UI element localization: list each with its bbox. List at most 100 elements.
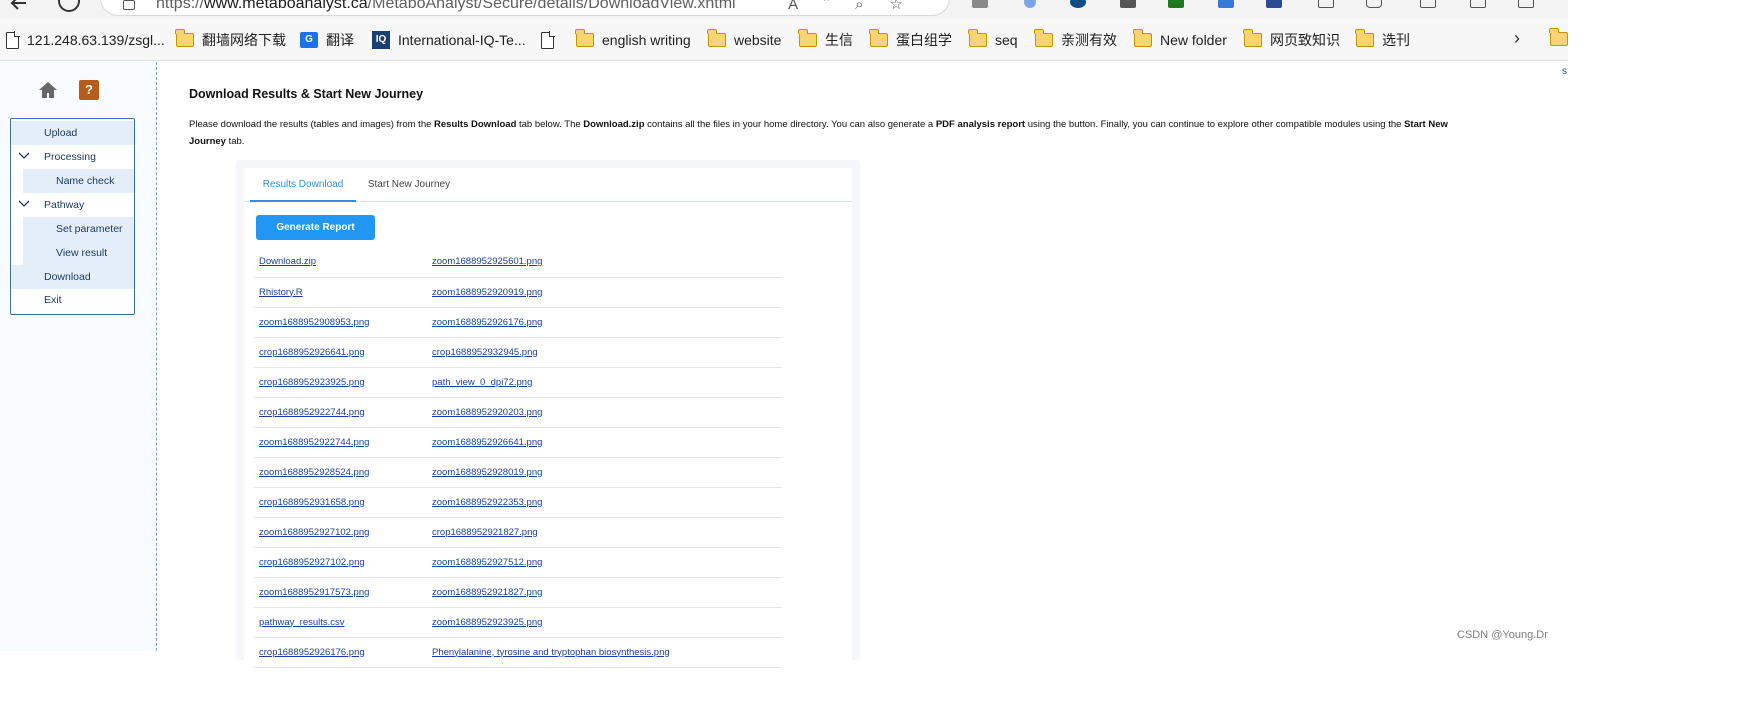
file-download-link[interactable]: zoom1688952920919.png (432, 287, 542, 298)
file-download-link[interactable]: zoom1688952922353.png (432, 497, 542, 508)
iq-icon: IQ (372, 31, 390, 49)
bookmark-item[interactable] (541, 30, 562, 50)
back-arrow-icon[interactable] (8, 0, 30, 14)
tab-start-new-journey[interactable]: Start New Journey (358, 168, 460, 202)
table-row: zoom1688952917573.png zoom1688952921827.p… (254, 577, 782, 608)
bookmark-folder[interactable]: New folder (1133, 29, 1227, 50)
chevron-down-icon[interactable] (17, 197, 31, 211)
nav-pathway[interactable]: Pathway (12, 193, 134, 217)
bookmark-folder[interactable]: website (707, 29, 781, 50)
extension-icon[interactable] (972, 0, 988, 8)
bookmark-folder[interactable]: 亲测有效 (1034, 29, 1117, 50)
file-download-link[interactable]: zoom1688952928524.png (259, 467, 369, 478)
bookmark-item[interactable]: IQ International-IQ-Te... (372, 30, 526, 50)
extension-icon[interactable] (1266, 0, 1282, 8)
file-download-link[interactable]: zoom1688952920203.png (432, 407, 542, 418)
file-download-link[interactable]: crop1688952931658.png (259, 497, 365, 508)
folder-icon (798, 29, 817, 47)
bookmark-folder[interactable]: 蛋白组学 (869, 29, 952, 50)
tab-results-download[interactable]: Results Download (250, 168, 356, 202)
file-download-link[interactable]: zoom1688952922744.png (259, 437, 369, 448)
file-download-link[interactable]: zoom1688952908953.png (259, 317, 369, 328)
bookmark-item[interactable]: 121.248.63.139/zsgl... (6, 30, 165, 50)
file-download-link[interactable]: zoom1688952928019.png (432, 467, 542, 478)
table-cell: zoom1688952920919.png (427, 277, 782, 308)
folder-icon[interactable] (1549, 28, 1568, 46)
nav-download[interactable]: Download (12, 265, 134, 289)
file-download-link[interactable]: Phenylalanine, tyrosine and tryptophan b… (432, 647, 670, 658)
table-cell: zoom1688952922353.png (427, 487, 782, 518)
nav-view-result[interactable]: View result (23, 241, 134, 265)
table-row: zoom1688952908953.png zoom1688952926176.p… (254, 307, 782, 338)
file-download-link[interactable]: crop1688952926176.png (259, 647, 365, 658)
nav-name-check[interactable]: Name check (23, 169, 134, 193)
file-download-link[interactable]: zoom1688952921827.png (432, 587, 542, 598)
favorite-star-icon[interactable]: ☆ (890, 0, 929, 13)
bookmark-folder[interactable]: 翻墙网络下载 (175, 29, 286, 50)
folder-icon (1355, 29, 1374, 47)
collections-icon[interactable] (1518, 0, 1534, 8)
extension-icon[interactable] (1024, 0, 1036, 8)
zoom-icon[interactable]: ⌕ (855, 0, 889, 13)
read-aloud-icon[interactable]: Aˆ (788, 0, 855, 13)
table-cell: Phenylalanine, tyrosine and tryptophan b… (427, 637, 782, 668)
extension-icon[interactable] (1120, 0, 1136, 8)
extension-icon[interactable] (1168, 0, 1184, 8)
nav-exit[interactable]: Exit (12, 288, 134, 312)
favorites-icon[interactable] (1470, 0, 1486, 8)
bookmark-folder[interactable]: seq (968, 29, 1018, 50)
home-icon[interactable] (38, 80, 58, 100)
file-download-link[interactable]: zoom1688952927512.png (432, 557, 542, 568)
watermark: CSDN @Young.Dr (1457, 629, 1548, 641)
file-download-link[interactable]: zoom1688952926176.png (432, 317, 542, 328)
table-cell: crop1688952927102.png (254, 547, 427, 578)
extension-icon[interactable] (1218, 0, 1234, 8)
extensions-puzzle-icon[interactable] (1366, 0, 1382, 8)
file-download-link[interactable]: pathway_results.csv (259, 617, 345, 628)
file-download-link[interactable]: zoom1688952927102.png (259, 527, 369, 538)
table-cell: zoom1688952928019.png (427, 457, 782, 488)
extension-icon[interactable] (1070, 0, 1086, 8)
folder-icon (968, 29, 987, 47)
table-cell: zoom1688952923925.png (427, 607, 782, 638)
address-bar[interactable]: https://www.metaboanalyst.ca/MetaboAnaly… (100, 0, 950, 16)
url-text[interactable]: https://www.metaboanalyst.ca/MetaboAnaly… (156, 0, 736, 13)
table-row: crop1688952922744.png zoom1688952920203.p… (254, 397, 782, 428)
bookmarks-bar: 121.248.63.139/zsgl... 翻墙网络下载 G 翻译 IQ In… (0, 18, 1568, 61)
file-download-link[interactable]: crop1688952927102.png (259, 557, 365, 568)
help-icon[interactable]: ? (79, 80, 99, 100)
generate-report-button[interactable]: Generate Report (256, 215, 375, 240)
file-download-link[interactable]: crop1688952922744.png (259, 407, 365, 418)
extension-icon[interactable] (1318, 0, 1334, 8)
file-download-link[interactable]: crop1688952921827.png (432, 527, 538, 538)
site-info-icon[interactable] (123, 0, 135, 10)
reload-icon[interactable] (58, 0, 80, 12)
nav-upload[interactable]: Upload (12, 121, 134, 145)
translate-icon: G (300, 32, 318, 48)
file-download-link[interactable]: crop1688952923925.png (259, 377, 365, 388)
table-cell: zoom1688952926641.png (427, 427, 782, 458)
file-download-link[interactable]: crop1688952926641.png (259, 347, 365, 358)
table-row: crop1688952926641.png crop1688952932945.p… (254, 337, 782, 368)
file-download-link[interactable]: path_view_0_dpi72.png (432, 377, 532, 388)
bookmark-folder[interactable]: 选刊 (1355, 29, 1410, 50)
chevron-right-icon[interactable]: › (1514, 28, 1520, 49)
bookmark-folder[interactable]: english writing (575, 29, 691, 50)
file-download-link[interactable]: zoom1688952926641.png (432, 437, 542, 448)
file-download-link[interactable]: zoom1688952925601.png (432, 256, 542, 267)
chevron-down-icon[interactable] (17, 149, 31, 163)
bookmark-folder[interactable]: 生信 (798, 29, 853, 50)
bookmark-folder[interactable]: 网页致知识 (1243, 29, 1340, 50)
edge-link-fragment[interactable]: s (1562, 66, 1567, 77)
nav-processing[interactable]: Processing (12, 145, 134, 169)
file-download-link[interactable]: zoom1688952923925.png (432, 617, 542, 628)
file-download-link[interactable]: zoom1688952917573.png (259, 587, 369, 598)
file-download-link[interactable]: Download.zip (259, 256, 316, 267)
nav-set-parameter[interactable]: Set parameter (23, 217, 134, 241)
table-row: zoom1688952922744.png zoom1688952926641.p… (254, 427, 782, 458)
file-download-link[interactable]: crop1688952932945.png (432, 347, 538, 358)
bookmark-item[interactable]: G 翻译 (300, 30, 354, 50)
file-download-link[interactable]: Rhistory.R (259, 287, 303, 298)
table-row: crop1688952926176.png Phenylalanine, tyro… (254, 637, 782, 668)
split-screen-icon[interactable] (1420, 0, 1436, 8)
